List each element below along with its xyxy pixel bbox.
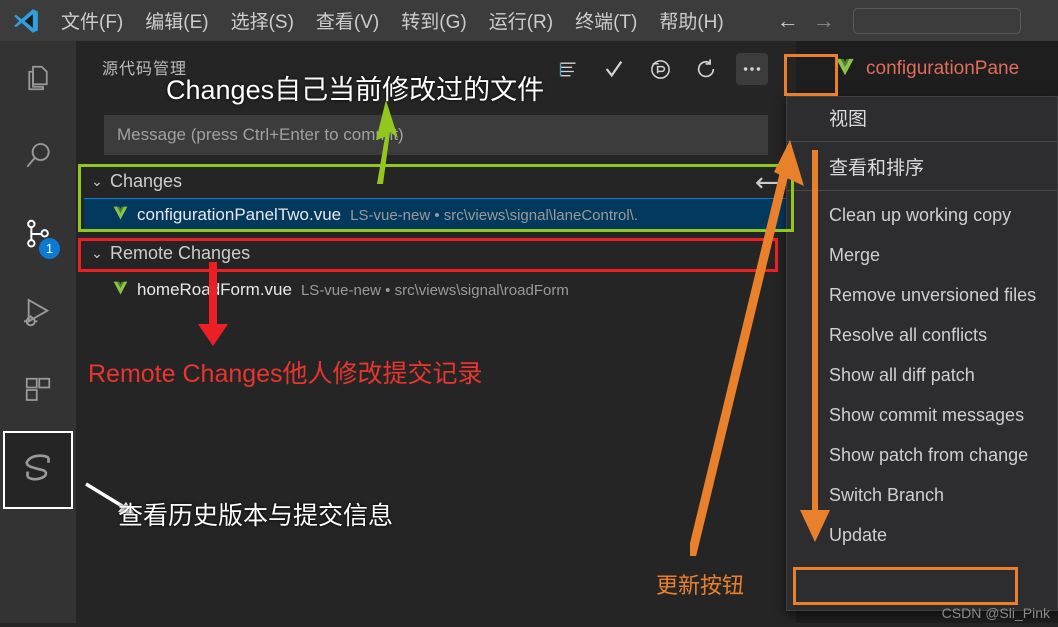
section-header-remote-changes[interactable]: ⌄ Remote Changes — [84, 236, 788, 270]
sidebar-item-run-debug[interactable] — [0, 275, 76, 353]
commit-check-icon[interactable] — [598, 53, 630, 85]
menu-item-view-and-sort[interactable]: 查看和排序 — [787, 146, 1057, 186]
menu-help[interactable]: 帮助(H) — [650, 4, 732, 37]
file-path-meta: LS-vue-new • src\views\signal\roadForm — [300, 281, 569, 299]
file-row-configuration-panel-two[interactable]: configurationPanelTwo.vue LS-vue-new • s… — [84, 198, 788, 232]
file-row-home-road-form[interactable]: homeRoadForm.vue LS-vue-new • src\views\… — [84, 273, 788, 307]
menu-terminal[interactable]: 终端(T) — [566, 4, 646, 37]
menu-go[interactable]: 转到(G) — [392, 4, 475, 37]
more-actions-icon[interactable] — [736, 53, 768, 85]
revert-icon[interactable] — [644, 53, 676, 85]
vscode-window: 文件(F) 编辑(E) 选择(S) 查看(V) 转到(G) 运行(R) 终端(T… — [0, 0, 1058, 627]
scm-header: 源代码管理 — [76, 41, 796, 97]
editor-tab-configuration-panel[interactable]: configurationPane — [796, 41, 1058, 97]
vscode-logo-icon — [0, 0, 52, 41]
menu-item-show-commit-messages[interactable]: Show commit messages — [787, 395, 1057, 435]
menu-separator — [787, 190, 1057, 191]
commit-message-input[interactable]: Message (press Ctrl+Enter to commit) — [104, 115, 768, 155]
title-bar: 文件(F) 编辑(E) 选择(S) 查看(V) 转到(G) 运行(R) 终端(T… — [0, 0, 1058, 41]
view-as-list-icon[interactable] — [552, 53, 584, 85]
file-name: configurationPanelTwo.vue — [137, 205, 342, 224]
sidebar-item-search[interactable] — [0, 119, 76, 197]
menu-separator — [787, 141, 1057, 142]
file-name: homeRoadForm.vue — [137, 280, 292, 299]
section-header-changes[interactable]: ⌄ Changes — [84, 164, 788, 198]
vue-icon — [112, 206, 129, 224]
forward-arrow-icon[interactable]: → — [813, 9, 835, 32]
chevron-down-icon: ⌄ — [91, 244, 103, 261]
menu-edit[interactable]: 编辑(E) — [136, 4, 217, 37]
menu-run[interactable]: 运行(R) — [480, 4, 562, 37]
scm-context-menu: 视图 查看和排序 Clean up working copy Merge Rem… — [786, 96, 1058, 611]
command-search-input[interactable] — [852, 7, 1021, 34]
section-label-changes: Changes — [110, 170, 183, 191]
explorer-icon — [23, 63, 53, 98]
refresh-icon[interactable] — [690, 53, 722, 85]
sidebar-item-source-control[interactable]: 1 — [0, 197, 76, 275]
menu-view[interactable]: 查看(V) — [307, 4, 388, 37]
search-icon — [22, 140, 54, 177]
menu-bar: 文件(F) 编辑(E) 选择(S) 查看(V) 转到(G) 运行(R) 终端(T… — [52, 4, 733, 37]
menu-item-show-patch-from-change[interactable]: Show patch from change — [787, 435, 1057, 475]
vue-icon — [834, 58, 856, 81]
menu-item-switch-branch[interactable]: Switch Branch — [787, 475, 1057, 515]
source-control-panel: 源代码管理 Message (press Ctrl+Enter to commi… — [76, 41, 796, 627]
section-label-remote-changes: Remote Changes — [110, 242, 251, 263]
menu-selection[interactable]: 选择(S) — [222, 4, 303, 37]
menu-file[interactable]: 文件(F) — [52, 4, 132, 37]
editor-tab-label: configurationPane — [866, 58, 1020, 79]
source-control-badge: 1 — [39, 238, 60, 259]
menu-item-update[interactable]: Update — [787, 515, 1057, 555]
vue-icon — [112, 281, 129, 299]
scm-toolbar — [552, 53, 768, 85]
menu-item-resolve-all-conflicts[interactable]: Resolve all conflicts — [787, 315, 1057, 355]
file-path-meta: LS-vue-new • src\views\signal\laneContro… — [350, 206, 639, 224]
status-bar — [0, 623, 1058, 627]
menu-item-clean-up-working-copy[interactable]: Clean up working copy — [787, 195, 1057, 235]
sidebar-item-explorer[interactable] — [0, 41, 76, 119]
scm-panel-title: 源代码管理 — [102, 61, 188, 78]
sidebar-item-extensions[interactable] — [0, 353, 76, 431]
sidebar-item-svn[interactable] — [3, 431, 73, 509]
svn-icon — [17, 447, 59, 494]
activity-bar: 1 — [0, 41, 76, 627]
extensions-icon — [23, 375, 53, 410]
menu-item-remove-unversioned-files[interactable]: Remove unversioned files — [787, 275, 1057, 315]
run-debug-icon — [22, 296, 54, 333]
menu-item-merge[interactable]: Merge — [787, 235, 1057, 275]
chevron-down-icon: ⌄ — [91, 172, 103, 189]
menu-item-view[interactable]: 视图 — [787, 97, 1057, 137]
menu-item-show-all-diff-patch[interactable]: Show all diff patch — [787, 355, 1057, 395]
navigation-arrows: ← → — [777, 9, 835, 32]
back-arrow-icon[interactable]: ← — [777, 9, 799, 32]
